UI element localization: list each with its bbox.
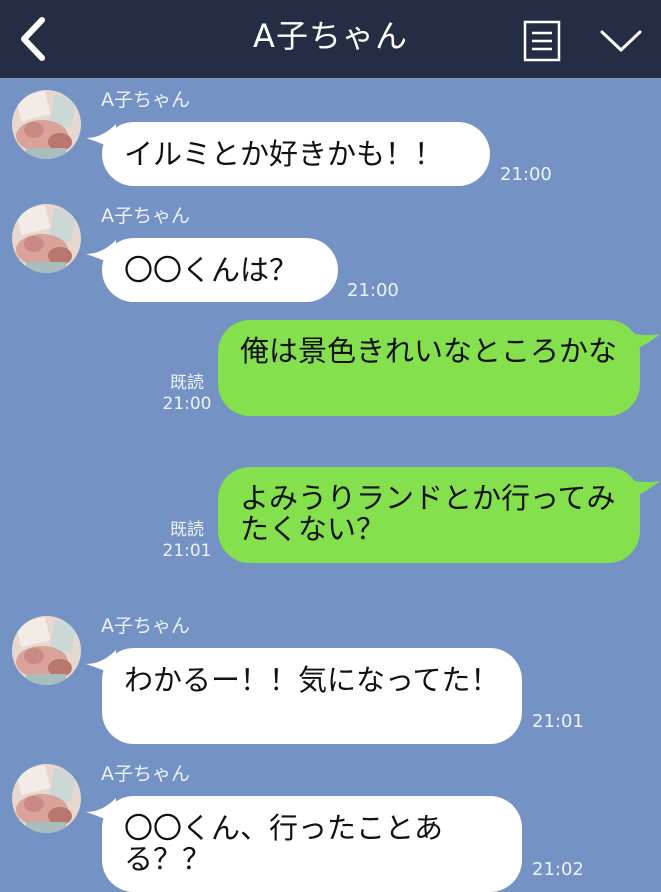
message-bubble[interactable]: 俺は景色きれいなところかな: [218, 320, 640, 416]
read-receipt: 既読: [170, 373, 204, 393]
read-receipt: 既読: [170, 520, 204, 540]
chevron-down-icon: [600, 30, 642, 52]
message-time: 21:01: [532, 711, 584, 732]
message-bubble[interactable]: わかるー！！気になってた！: [102, 648, 522, 744]
message-bubble[interactable]: よみうりランドとか行ってみたくない？: [218, 467, 640, 563]
message-bubble[interactable]: 〇〇くん、行ったことある？？: [102, 796, 522, 892]
sender-name: A子ちゃん: [101, 205, 190, 227]
list-icon: [523, 20, 561, 62]
message-time: 21:01: [162, 541, 212, 561]
sender-name: A子ちゃん: [101, 615, 190, 637]
chat-area[interactable]: A子ちゃん イルミとか好きかも！！ 21:00 A子ちゃん 〇〇くんは？ 21:…: [0, 78, 661, 892]
message-time: 21:00: [162, 394, 212, 414]
avatar[interactable]: [12, 616, 81, 685]
message-bubble[interactable]: 〇〇くんは？: [102, 238, 338, 302]
message-time: 21:00: [347, 280, 399, 301]
menu-button[interactable]: [522, 20, 562, 62]
message-time: 21:02: [532, 859, 584, 880]
sender-name: A子ちゃん: [101, 763, 190, 785]
avatar[interactable]: [12, 764, 81, 833]
collapse-button[interactable]: [598, 24, 644, 58]
chat-header: A子ちゃん: [0, 0, 661, 78]
message-bubble[interactable]: イルミとか好きかも！！: [102, 122, 490, 186]
avatar[interactable]: [12, 204, 81, 273]
avatar[interactable]: [12, 90, 81, 159]
sender-name: A子ちゃん: [101, 89, 190, 111]
message-time: 21:00: [500, 164, 552, 185]
